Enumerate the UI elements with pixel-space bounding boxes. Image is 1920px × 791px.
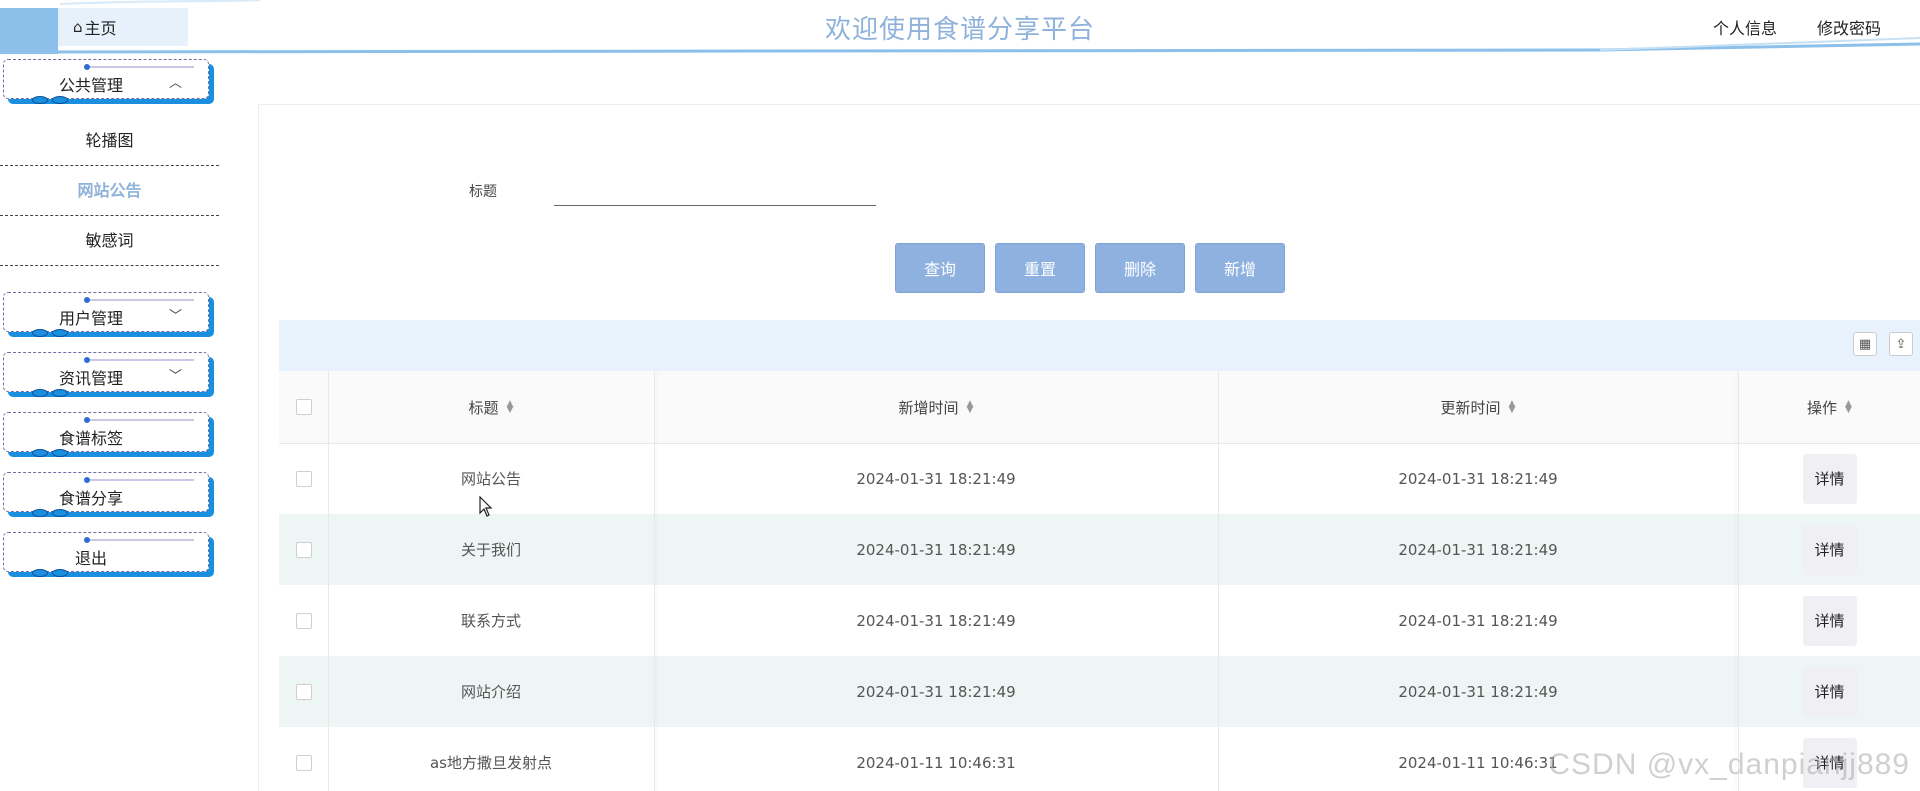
column-header-updated[interactable]: 更新时间 ▲ ▼ bbox=[1218, 371, 1738, 443]
column-header-created[interactable]: 新增时间 ▲ ▼ bbox=[654, 371, 1218, 443]
column-header-label: 新增时间 bbox=[898, 398, 959, 417]
export-icon[interactable]: ⇪ bbox=[1889, 332, 1913, 356]
cell-updated: 2024-01-31 18:21:49 bbox=[1398, 682, 1558, 701]
cell-action: 详情 bbox=[1738, 656, 1920, 727]
title-filter-input[interactable] bbox=[554, 169, 876, 206]
chevron-down-icon: ﹀ bbox=[168, 309, 182, 324]
cell-updated: 2024-01-31 18:21:49 bbox=[1398, 540, 1558, 559]
row-select-cell bbox=[279, 656, 328, 727]
column-header-label: 更新时间 bbox=[1440, 398, 1501, 417]
cell-created: 2024-01-31 18:21:49 bbox=[856, 540, 1016, 559]
menu-dots-decoration bbox=[32, 96, 72, 104]
menu-user-management[interactable]: 用户管理 ﹀ bbox=[3, 292, 209, 337]
column-divider bbox=[328, 371, 329, 791]
top-header: ⌂ 主页 欢迎使用食谱分享平台 个人信息 修改密码 bbox=[0, 0, 1920, 56]
change-password-link[interactable]: 修改密码 bbox=[1817, 15, 1881, 39]
sidebar-item-sensitive-words[interactable]: 敏感词 bbox=[0, 216, 219, 266]
cell-title: 关于我们 bbox=[460, 541, 521, 559]
cell-created: 2024-01-31 18:21:49 bbox=[856, 682, 1016, 701]
detail-button[interactable]: 详情 bbox=[1802, 524, 1857, 575]
table-row: 联系方式 2024-01-31 18:21:49 2024-01-31 18:2… bbox=[279, 585, 1920, 656]
column-header-label: 操作 bbox=[1807, 398, 1838, 417]
title-filter-label: 标题 bbox=[469, 184, 497, 200]
sort-icon[interactable]: ▲ ▼ bbox=[1845, 400, 1852, 415]
sort-icon[interactable]: ▲ ▼ bbox=[507, 400, 514, 415]
menu-bar-decoration bbox=[84, 477, 194, 483]
site-title: 欢迎使用食谱分享平台 bbox=[824, 15, 1095, 45]
menu-bar-decoration bbox=[84, 417, 194, 423]
delete-button[interactable]: 删除 bbox=[1095, 243, 1185, 293]
table-toolbar: ▦ ⇪ ⎙ bbox=[279, 320, 1920, 371]
column-header-action[interactable]: 操作 ▲ ▼ bbox=[1738, 371, 1920, 443]
cell-created: 2024-01-31 18:21:49 bbox=[856, 611, 1016, 630]
menu-recipe-share[interactable]: 食谱分享 bbox=[3, 472, 209, 517]
column-filter-icon[interactable]: ▦ bbox=[1853, 332, 1877, 356]
column-divider bbox=[1738, 371, 1739, 791]
notice-table: 标题 ▲ ▼ 新增时间 ▲ ▼ 更新时间 ▲ ▼ 操作 ▲ ▼ 网站公告 2024-01… bbox=[279, 371, 1920, 791]
cell-updated: 2024-01-31 18:21:49 bbox=[1398, 469, 1558, 488]
menu-label: 食谱分享 bbox=[58, 489, 123, 508]
menu-dots-decoration bbox=[32, 329, 72, 337]
mouse-cursor-icon bbox=[479, 496, 493, 517]
detail-button[interactable]: 详情 bbox=[1802, 453, 1857, 504]
query-button[interactable]: 查询 bbox=[895, 243, 985, 293]
cell-created: 2024-01-31 18:21:49 bbox=[856, 469, 1016, 488]
menu-news-management[interactable]: 资讯管理 ﹀ bbox=[3, 352, 209, 397]
detail-button[interactable]: 详情 bbox=[1802, 666, 1857, 717]
row-select-cell bbox=[279, 727, 328, 791]
cell-created: 2024-01-11 10:46:31 bbox=[856, 753, 1016, 772]
row-checkbox[interactable] bbox=[295, 470, 312, 487]
row-select-cell bbox=[279, 585, 328, 656]
menu-bar-decoration bbox=[84, 297, 194, 303]
sidebar-item-carousel[interactable]: 轮播图 bbox=[0, 116, 219, 166]
row-checkbox[interactable] bbox=[295, 612, 312, 629]
chevron-up-icon: ︿ bbox=[168, 76, 182, 91]
sidebar-item-notice[interactable]: 网站公告 bbox=[0, 166, 219, 216]
column-divider bbox=[654, 371, 655, 791]
row-checkbox[interactable] bbox=[295, 683, 312, 700]
chevron-down-icon: ﹀ bbox=[168, 369, 182, 384]
cell-title: 网站介绍 bbox=[460, 683, 521, 701]
menu-dots-decoration bbox=[32, 389, 72, 397]
menu-bar-decoration bbox=[84, 537, 194, 543]
menu-label: 退出 bbox=[74, 549, 107, 568]
column-divider bbox=[1218, 371, 1219, 791]
table-row: 网站介绍 2024-01-31 18:21:49 2024-01-31 18:2… bbox=[279, 656, 1920, 727]
sort-icon[interactable]: ▲ ▼ bbox=[967, 400, 974, 415]
row-checkbox[interactable] bbox=[295, 754, 312, 771]
detail-button[interactable]: 详情 bbox=[1802, 595, 1857, 646]
select-all-cell bbox=[279, 371, 328, 443]
row-select-cell bbox=[279, 443, 328, 514]
sidebar: 公共管理 ︿ 轮播图 网站公告 敏感词 用户管理 ﹀ 资讯管理 ﹀ 食谱标签 食… bbox=[0, 56, 220, 790]
cell-action: 详情 bbox=[1738, 585, 1920, 656]
cell-action: 详情 bbox=[1738, 514, 1920, 585]
cell-title: 联系方式 bbox=[460, 612, 521, 630]
column-header-title[interactable]: 标题 ▲ ▼ bbox=[328, 371, 654, 443]
cell-action: 详情 bbox=[1738, 443, 1920, 514]
table-row: 关于我们 2024-01-31 18:21:49 2024-01-31 18:2… bbox=[279, 514, 1920, 585]
reset-button[interactable]: 重置 bbox=[995, 243, 1085, 293]
add-button[interactable]: 新增 bbox=[1195, 243, 1285, 293]
table-row: 网站公告 2024-01-31 18:21:49 2024-01-31 18:2… bbox=[279, 443, 1920, 514]
table-header-row: 标题 ▲ ▼ 新增时间 ▲ ▼ 更新时间 ▲ ▼ 操作 ▲ ▼ bbox=[279, 371, 1920, 444]
menu-dots-decoration bbox=[32, 509, 72, 517]
cell-title: as地方撒旦发射点 bbox=[429, 754, 552, 772]
menu-dots-decoration bbox=[32, 449, 72, 457]
menu-recipe-tags[interactable]: 食谱标签 bbox=[3, 412, 209, 457]
row-checkbox[interactable] bbox=[295, 541, 312, 558]
menu-label: 食谱标签 bbox=[58, 429, 123, 448]
menu-dots-decoration bbox=[32, 569, 72, 577]
menu-logout[interactable]: 退出 bbox=[3, 532, 209, 577]
column-header-label: 标题 bbox=[468, 398, 499, 417]
menu-public-management[interactable]: 公共管理 ︿ bbox=[3, 59, 209, 104]
menu-bar-decoration bbox=[84, 64, 194, 70]
main-content: 标题 查询 重置 删除 新增 ▦ ⇪ ⎙ 标题 ▲▼ 新增时间 ▲▼ 更新时间 … bbox=[258, 104, 1920, 791]
row-select-cell bbox=[279, 514, 328, 585]
watermark: CSDN @vx_danpianjj889 bbox=[1548, 748, 1910, 781]
select-all-checkbox[interactable] bbox=[295, 399, 312, 415]
menu-bar-decoration bbox=[84, 357, 194, 363]
sort-icon[interactable]: ▲ ▼ bbox=[1509, 400, 1516, 415]
profile-link[interactable]: 个人信息 bbox=[1713, 15, 1777, 39]
cell-updated: 2024-01-31 18:21:49 bbox=[1398, 611, 1558, 630]
